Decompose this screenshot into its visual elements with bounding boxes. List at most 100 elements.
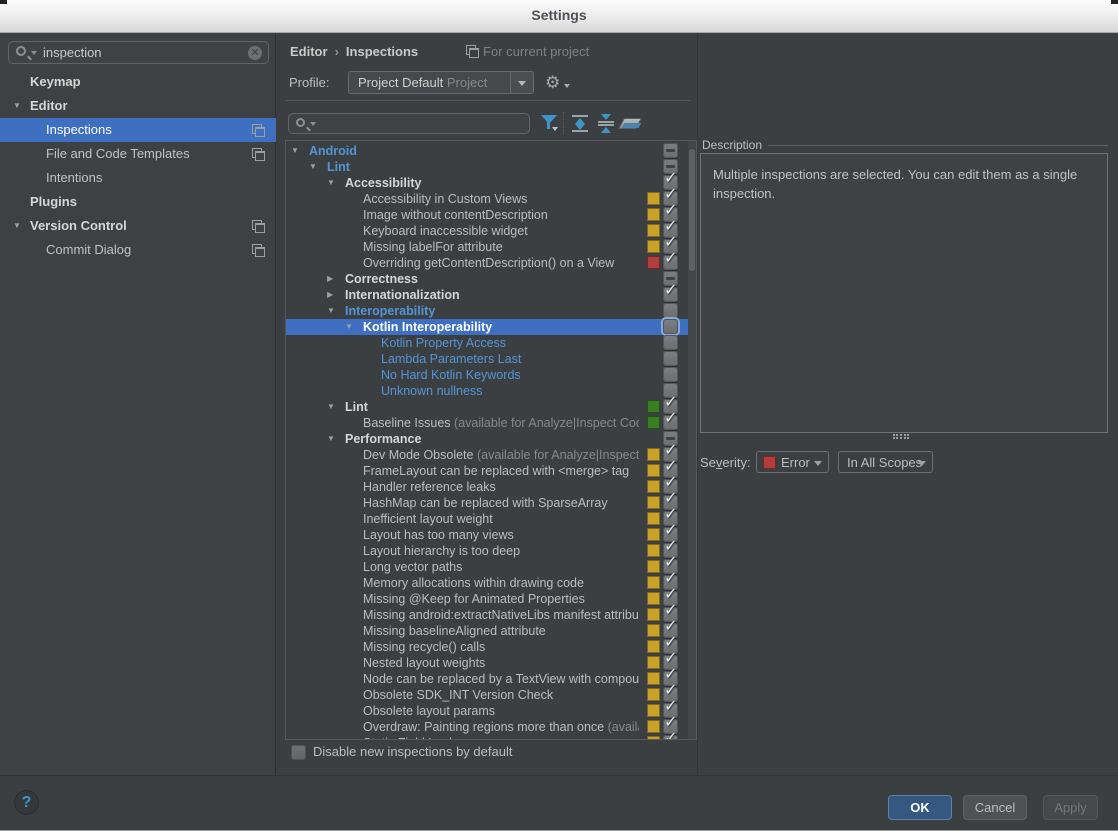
tree-toggle-icon[interactable]: ▶ — [327, 287, 333, 303]
gear-caret-icon — [564, 84, 570, 88]
inspection-row-missing-labelfor-attribute[interactable]: Missing labelFor attribute — [286, 235, 689, 255]
inspection-row-obsolete-layout-params[interactable]: Obsolete layout params — [286, 699, 689, 719]
inspection-row-kotlin-interoperability[interactable]: ▼ Kotlin Interoperability — [286, 319, 689, 335]
sidebar-item-editor[interactable]: ▼ Editor — [0, 94, 276, 118]
inspection-row-lint[interactable]: ▼ Lint — [286, 395, 689, 415]
inspection-row-performance[interactable]: ▼ Performance — [286, 431, 689, 447]
inspection-row-keyboard-inaccessible-widget[interactable]: Keyboard inaccessible widget — [286, 219, 689, 239]
tree-toggle-icon[interactable]: ▼ — [291, 143, 299, 159]
inspection-checkbox-empty[interactable] — [663, 351, 678, 366]
inspection-row-accessibility-in-custom-views[interactable]: Accessibility in Custom Views — [286, 187, 689, 207]
inspection-row-unknown-nullness[interactable]: Unknown nullness — [286, 383, 689, 399]
inspection-label: FrameLayout can be replaced with <merge>… — [363, 464, 630, 478]
inspection-row-image-without-contentdescription[interactable]: Image without contentDescription — [286, 203, 689, 223]
tree-toggle-icon[interactable]: ▼ — [327, 431, 335, 447]
inspection-row-missing-recycle-calls[interactable]: Missing recycle() calls — [286, 635, 689, 655]
inspection-row-framelayout-can-be-replaced-with-merge-t[interactable]: FrameLayout can be replaced with <merge>… — [286, 459, 689, 479]
inspection-row-interoperability[interactable]: ▼ Interoperability — [286, 303, 689, 319]
inspection-row-baseline-issues[interactable]: Baseline Issues (available for Analyze|I… — [286, 411, 689, 431]
header-separator — [285, 100, 690, 101]
inspection-row-missing-android-extractnativelibs-manife[interactable]: Missing android:extractNativeLibs manife… — [286, 603, 689, 623]
splitter-grip[interactable] — [893, 434, 909, 439]
inspection-row-nested-layout-weights[interactable]: Nested layout weights — [286, 651, 689, 671]
inspection-checkbox-checked[interactable] — [663, 411, 678, 430]
tree-toggle-icon[interactable]: ▼ — [13, 214, 21, 238]
inspection-checkbox-dash[interactable] — [663, 143, 678, 158]
expand-all-icon[interactable] — [570, 112, 590, 134]
profile-combo-arrow-icon[interactable] — [510, 72, 533, 93]
inspection-row-long-vector-paths[interactable]: Long vector paths — [286, 555, 689, 575]
inspection-row-missing-baselinealigned-attribute[interactable]: Missing baselineAligned attribute — [286, 619, 689, 639]
settings-sidebar: ✕ Keymap ▼ Editor Inspections File and Code … — [0, 33, 276, 775]
inspection-row-handler-reference-leaks[interactable]: Handler reference leaks — [286, 475, 689, 495]
search-options-caret-icon[interactable] — [31, 51, 37, 55]
severity-combobox[interactable]: Error — [756, 451, 829, 473]
inspection-row-dev-mode-obsolete[interactable]: Dev Mode Obsolete (available for Analyze… — [286, 443, 689, 463]
title-bar[interactable]: Settings — [0, 0, 1118, 33]
sidebar-item-keymap[interactable]: Keymap — [0, 70, 276, 94]
inspection-row-obsolete-sdk-int-version-check[interactable]: Obsolete SDK_INT Version Check — [286, 683, 689, 703]
tree-toggle-icon[interactable]: ▼ — [13, 94, 21, 118]
breadcrumb-editor[interactable]: Editor — [290, 44, 328, 59]
tree-toggle-icon[interactable]: ▼ — [327, 303, 335, 319]
inspection-checkbox-empty[interactable] — [663, 303, 678, 318]
tree-toggle-icon[interactable]: ▶ — [327, 271, 333, 287]
inspection-checkbox-empty[interactable] — [663, 367, 678, 382]
inspection-row-kotlin-property-access[interactable]: Kotlin Property Access — [286, 335, 689, 351]
profile-gear-button[interactable]: ⚙ — [545, 73, 573, 97]
sidebar-item-inspections[interactable]: Inspections — [0, 118, 276, 142]
sidebar-item-intentions[interactable]: Intentions — [0, 166, 276, 190]
inspection-row-layout-hierarchy-is-too-deep[interactable]: Layout hierarchy is too deep — [286, 539, 689, 559]
inspection-checkbox-checked[interactable] — [663, 283, 678, 302]
inspection-row-memory-allocations-within-drawing-code[interactable]: Memory allocations within drawing code — [286, 571, 689, 591]
tree-toggle-icon[interactable]: ▼ — [309, 159, 317, 175]
scope-combobox[interactable]: In All Scopes — [838, 451, 933, 473]
inspection-row-inefficient-layout-weight[interactable]: Inefficient layout weight — [286, 507, 689, 527]
help-button[interactable]: ? — [14, 790, 39, 815]
cancel-button[interactable]: Cancel — [963, 795, 1027, 820]
inspection-row-correctness[interactable]: ▶ Correctness — [286, 271, 689, 287]
inspection-row-layout-has-too-many-views[interactable]: Layout has too many views — [286, 523, 689, 543]
inspection-row-accessibility[interactable]: ▼ Accessibility — [286, 171, 689, 191]
disable-new-inspections-checkbox[interactable] — [291, 745, 306, 760]
reset-eraser-icon[interactable] — [620, 114, 640, 132]
tree-toggle-icon[interactable]: ▼ — [345, 319, 353, 335]
tree-vertical-scrollbar[interactable] — [688, 141, 696, 739]
inspection-row-static-field-leaks[interactable]: Static Field Leaks — [286, 731, 689, 739]
inspection-row-missing-keep-for-animated-properties[interactable]: Missing @Keep for Animated Properties — [286, 587, 689, 607]
ok-button[interactable]: OK — [888, 795, 952, 820]
sidebar-search[interactable]: ✕ — [8, 41, 269, 64]
inspection-row-node-can-be-replaced-by-a-textview-with-[interactable]: Node can be replaced by a TextView with … — [286, 667, 689, 687]
description-text: Multiple inspections are selected. You c… — [713, 167, 1078, 201]
filter-funnel-icon[interactable] — [540, 113, 560, 133]
inspection-checkbox-checked[interactable] — [663, 731, 678, 739]
collapse-all-icon[interactable] — [596, 112, 616, 134]
inspection-label: Node can be replaced by a TextView with … — [363, 672, 639, 686]
inspection-row-no-hard-kotlin-keywords[interactable]: No Hard Kotlin Keywords — [286, 367, 689, 383]
tree-toggle-icon[interactable]: ▼ — [327, 399, 335, 415]
inspection-label: Interoperability — [345, 304, 436, 318]
tree-toggle-icon[interactable]: ▼ — [327, 175, 335, 191]
sidebar-item-version-control[interactable]: ▼ Version Control — [0, 214, 276, 238]
inspection-checkbox-empty[interactable] — [663, 335, 678, 350]
inspection-row-lint[interactable]: ▼ Lint — [286, 159, 689, 175]
sidebar-item-file-and-code-templates[interactable]: File and Code Templates — [0, 142, 276, 166]
scrollbar-thumb[interactable] — [689, 149, 695, 271]
inspection-row-hashmap-can-be-replaced-with-sparsearray[interactable]: HashMap can be replaced with SparseArray — [286, 491, 689, 511]
inspection-checkbox-checked[interactable] — [663, 251, 678, 270]
inspection-search[interactable] — [288, 113, 530, 134]
inspection-row-overriding-getcontentdescription-on-a-vi[interactable]: Overriding getContentDescription() on a … — [286, 251, 689, 271]
sidebar-search-input[interactable] — [41, 43, 241, 62]
inspection-search-input[interactable] — [319, 115, 519, 132]
apply-button[interactable]: Apply — [1043, 795, 1098, 820]
inspection-row-android[interactable]: ▼ Android — [286, 143, 689, 159]
inspection-row-overdraw-painting-regions-more-than-once[interactable]: Overdraw: Painting regions more than onc… — [286, 715, 689, 735]
inspection-row-internationalization[interactable]: ▶ Internationalization — [286, 283, 689, 303]
clear-search-icon[interactable]: ✕ — [248, 46, 262, 60]
sidebar-item-commit-dialog[interactable]: Commit Dialog — [0, 238, 276, 262]
inspection-checkbox-empty[interactable] — [663, 319, 678, 334]
search-options-caret-icon[interactable] — [310, 122, 316, 126]
inspection-row-lambda-parameters-last[interactable]: Lambda Parameters Last — [286, 351, 689, 367]
sidebar-item-plugins[interactable]: Plugins — [0, 190, 276, 214]
profile-combobox[interactable]: Project Default Project — [348, 71, 534, 94]
